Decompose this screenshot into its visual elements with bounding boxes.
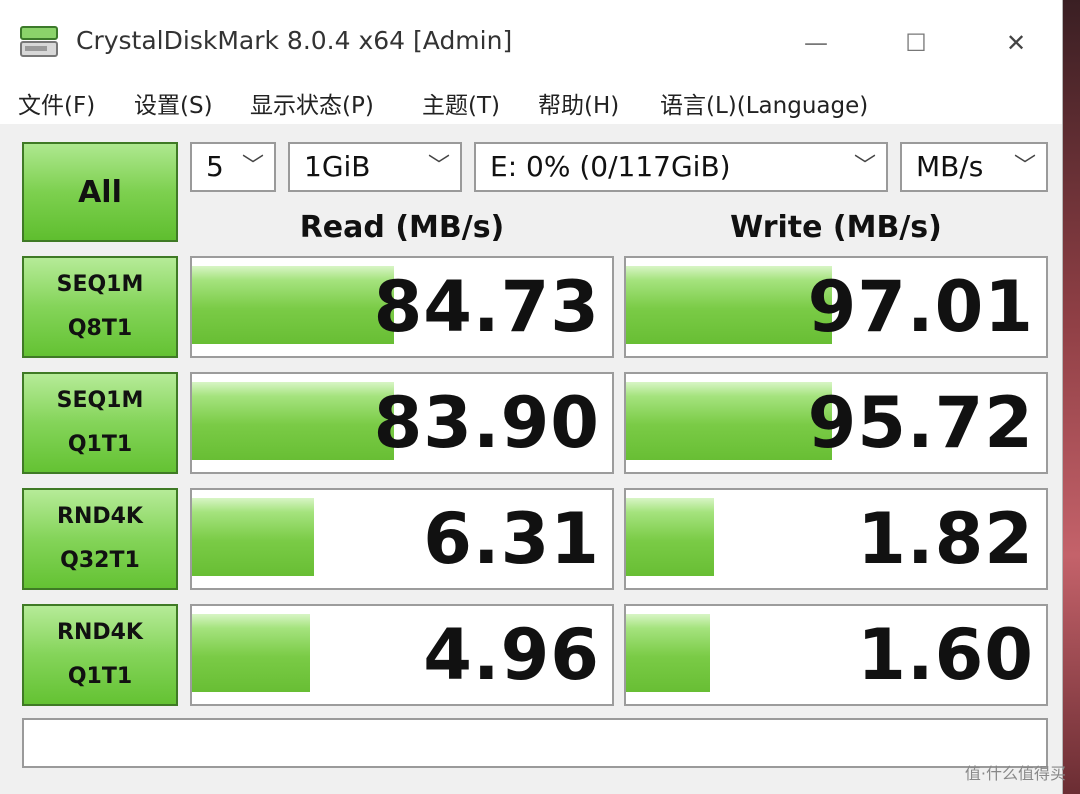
chevron-down-icon: ﹀	[1013, 154, 1036, 179]
menu-bar: 文件(F) 设置(S) 显示状态(P) 主题(T) 帮助(H) 语言(L)(La…	[0, 82, 1062, 125]
background-desktop-edge	[1062, 0, 1080, 794]
test-label-line2: Q1T1	[67, 432, 133, 457]
read-value: 83.90	[373, 382, 600, 464]
test-label-line2: Q1T1	[67, 664, 133, 689]
window-title: CrystalDiskMark 8.0.4 x64 [Admin]	[76, 26, 513, 55]
all-button[interactable]: All	[22, 142, 178, 242]
write-value: 1.60	[857, 614, 1034, 696]
read-value: 6.31	[423, 498, 600, 580]
drive-value: E: 0% (0/117GiB)	[490, 150, 731, 183]
read-header: Read (MB/s)	[299, 210, 505, 245]
read-progress-bar	[192, 382, 394, 460]
write-progress-bar	[626, 614, 710, 692]
comment-field[interactable]	[22, 718, 1048, 768]
read-progress-bar	[192, 614, 310, 692]
menu-theme[interactable]: 主题(T)	[422, 86, 500, 120]
menu-help[interactable]: 帮助(H)	[538, 86, 619, 120]
test-label-line1: RND4K	[57, 620, 143, 645]
write-header: Write (MB/s)	[730, 210, 942, 245]
size-select[interactable]: 1GiB ﹀	[288, 142, 462, 192]
write-progress-bar	[626, 498, 715, 576]
read-result-cell: 83.90	[190, 372, 614, 474]
test-label-line1: SEQ1M	[56, 388, 144, 413]
read-value: 4.96	[423, 614, 600, 696]
test-label-line2: Q8T1	[67, 316, 133, 341]
write-result-cell: 97.01	[624, 256, 1048, 358]
menu-language[interactable]: 语言(L)(Language)	[660, 86, 868, 120]
test-label-line1: SEQ1M	[56, 272, 144, 297]
test-button-rnd4k-q1t1[interactable]: RND4K Q1T1	[22, 604, 178, 706]
read-progress-bar	[192, 498, 314, 576]
test-label-line1: RND4K	[57, 504, 143, 529]
size-value: 1GiB	[304, 150, 371, 183]
title-bar: CrystalDiskMark 8.0.4 x64 [Admin] — ☐ ✕	[0, 0, 1062, 82]
write-value: 97.01	[807, 266, 1034, 348]
test-button-seq1m-q1t1[interactable]: SEQ1M Q1T1	[22, 372, 178, 474]
read-progress-bar	[192, 266, 394, 344]
write-result-cell: 1.82	[624, 488, 1048, 590]
read-value: 84.73	[373, 266, 600, 348]
read-result-cell: 84.73	[190, 256, 614, 358]
test-button-seq1m-q8t1[interactable]: SEQ1M Q8T1	[22, 256, 178, 358]
read-result-cell: 4.96	[190, 604, 614, 706]
minimize-button[interactable]: —	[786, 18, 846, 68]
count-value: 5	[206, 150, 224, 183]
drive-select[interactable]: E: 0% (0/117GiB) ﹀	[474, 142, 888, 192]
write-result-cell: 1.60	[624, 604, 1048, 706]
chevron-down-icon: ﹀	[427, 154, 450, 179]
write-value: 95.72	[807, 382, 1034, 464]
read-result-cell: 6.31	[190, 488, 614, 590]
unit-select[interactable]: MB/s ﹀	[900, 142, 1048, 192]
test-label-line2: Q32T1	[60, 548, 140, 573]
watermark-text: 值·什么值得买	[964, 764, 1066, 783]
write-progress-bar	[626, 266, 832, 344]
menu-profile[interactable]: 显示状态(P)	[250, 86, 374, 120]
menu-settings[interactable]: 设置(S)	[134, 86, 213, 120]
count-select[interactable]: 5 ﹀	[190, 142, 276, 192]
write-value: 1.82	[857, 498, 1034, 580]
write-progress-bar	[626, 382, 832, 460]
write-result-cell: 95.72	[624, 372, 1048, 474]
chevron-down-icon: ﹀	[853, 154, 876, 179]
unit-value: MB/s	[916, 150, 984, 183]
close-button[interactable]: ✕	[986, 18, 1046, 68]
disk-app-icon	[20, 26, 58, 57]
test-button-rnd4k-q32t1[interactable]: RND4K Q32T1	[22, 488, 178, 590]
menu-file[interactable]: 文件(F)	[18, 86, 95, 120]
app-window: CrystalDiskMark 8.0.4 x64 [Admin] — ☐ ✕ …	[0, 0, 1063, 794]
maximize-button[interactable]: ☐	[886, 18, 946, 68]
chevron-down-icon: ﹀	[241, 154, 264, 179]
